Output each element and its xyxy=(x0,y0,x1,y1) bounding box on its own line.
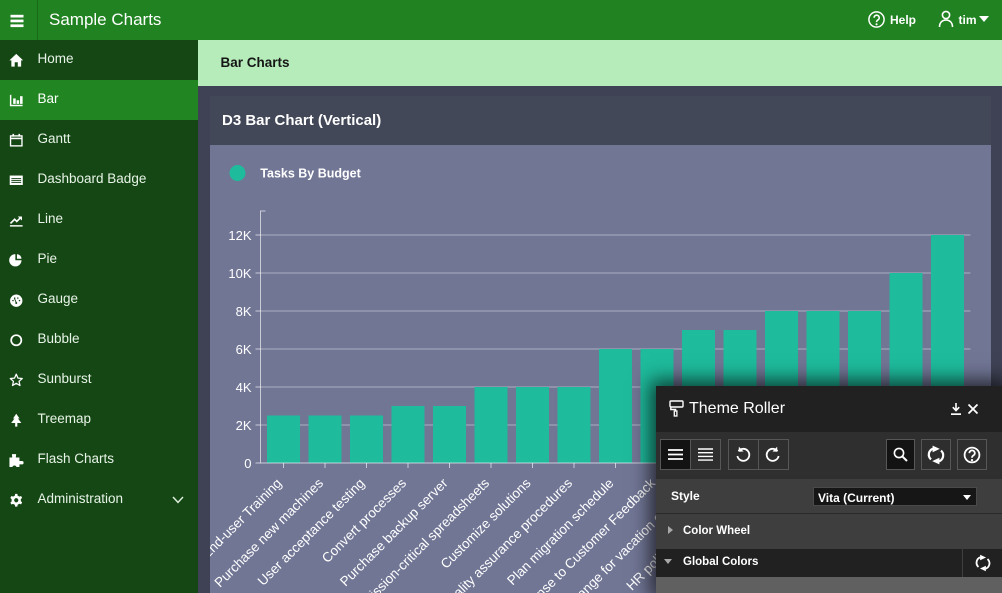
svg-text:4K: 4K xyxy=(235,380,251,395)
svg-text:12K: 12K xyxy=(228,228,251,243)
svg-text:10K: 10K xyxy=(228,266,251,281)
svg-text:6K: 6K xyxy=(235,342,251,357)
svg-text:0: 0 xyxy=(244,456,251,471)
svg-text:Tasks By Budget: Tasks By Budget xyxy=(260,167,361,181)
svg-text:2K: 2K xyxy=(235,418,251,433)
svg-text:8K: 8K xyxy=(235,304,251,319)
